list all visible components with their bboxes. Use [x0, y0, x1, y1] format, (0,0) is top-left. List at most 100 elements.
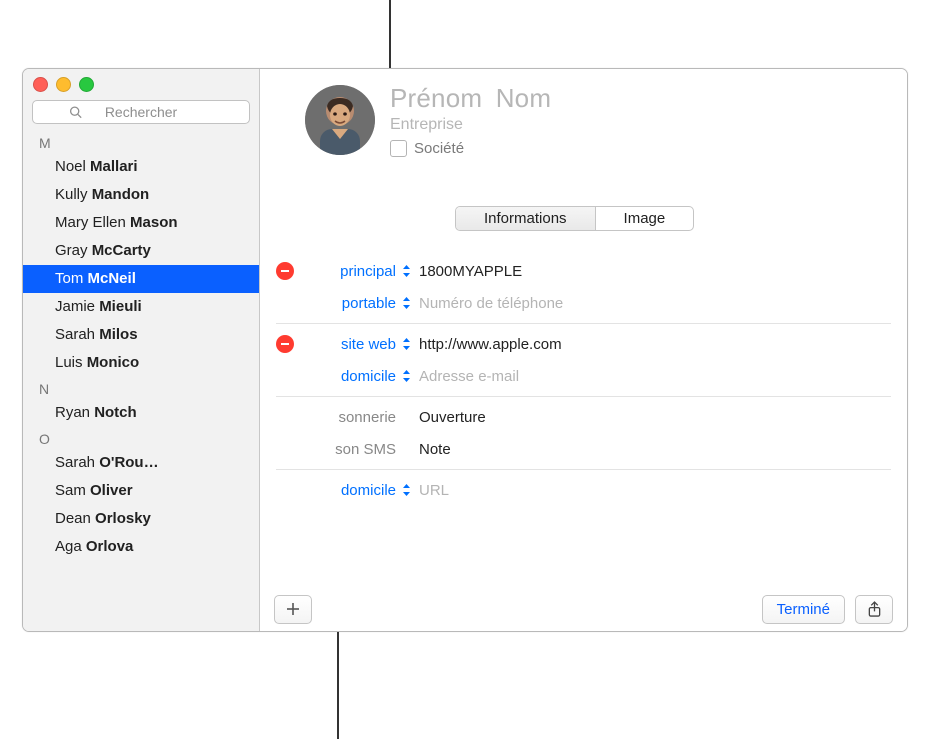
window-controls: [33, 77, 94, 92]
contact-row[interactable]: Luis Monico: [23, 349, 259, 377]
contact-first-name: Dean: [55, 510, 95, 527]
field-label[interactable]: domicile: [341, 482, 396, 499]
tab-informations[interactable]: Informations: [456, 207, 596, 230]
field-row: site web http://www.apple.com: [276, 328, 891, 360]
field-label: son SMS: [335, 441, 396, 458]
share-button[interactable]: [855, 595, 893, 624]
remove-field-button[interactable]: [276, 262, 294, 280]
contact-row[interactable]: Aga Orlova: [23, 533, 259, 561]
field-row: domicile Adresse e-mail: [276, 360, 891, 392]
contact-row[interactable]: Gray McCarty: [23, 237, 259, 265]
field-row: son SMS Note: [276, 433, 891, 465]
field-separator: [276, 396, 891, 397]
search-field-wrapper: [32, 100, 250, 124]
contact-first-name: Aga: [55, 538, 86, 555]
contact-last-name: Mason: [130, 214, 178, 231]
card-footer: Terminé: [260, 587, 907, 631]
last-name-field[interactable]: Nom: [496, 83, 552, 113]
field-row: portable Numéro de téléphone: [276, 287, 891, 319]
field-value[interactable]: Adresse e-mail: [419, 368, 519, 385]
contact-row[interactable]: Jamie Mieuli: [23, 293, 259, 321]
done-button[interactable]: Terminé: [762, 595, 845, 624]
field-value[interactable]: URL: [419, 482, 449, 499]
contact-first-name: Kully: [55, 186, 92, 203]
contact-row[interactable]: Ryan Notch: [23, 399, 259, 427]
contact-last-name: Orlosky: [95, 510, 151, 527]
contact-list[interactable]: MNoel MallariKully MandonMary Ellen Maso…: [23, 131, 259, 631]
tabs: Informations Image: [455, 206, 694, 231]
field-separator: [276, 323, 891, 324]
company-checkbox-label: Société: [414, 140, 464, 157]
contact-last-name: Mieuli: [99, 298, 142, 315]
section-header: O: [23, 427, 259, 449]
contact-row[interactable]: Sarah Milos: [23, 321, 259, 349]
maximize-window-button[interactable]: [79, 77, 94, 92]
callout-line-bottom: [337, 629, 339, 739]
sidebar: MNoel MallariKully MandonMary Ellen Maso…: [23, 69, 260, 631]
label-popup-chevron-icon[interactable]: [402, 370, 411, 382]
search-input[interactable]: [32, 100, 250, 124]
field-value[interactable]: 1800MYAPPLE: [419, 263, 522, 280]
section-header: M: [23, 131, 259, 153]
field-popup-value[interactable]: Note: [419, 441, 457, 458]
company-field[interactable]: Entreprise: [390, 116, 557, 134]
label-popup-chevron-icon[interactable]: [402, 297, 411, 309]
name-fields[interactable]: Prénom Nom: [390, 83, 557, 114]
contacts-window: MNoel MallariKully MandonMary Ellen Maso…: [22, 68, 908, 632]
contact-first-name: Tom: [55, 270, 88, 287]
search-icon: [69, 106, 82, 119]
field-label[interactable]: domicile: [341, 368, 396, 385]
add-field-button[interactable]: [274, 595, 312, 624]
contact-first-name: Noel: [55, 158, 90, 175]
contact-row[interactable]: Tom McNeil: [23, 265, 259, 293]
field-row: domicile URL: [276, 474, 891, 506]
contact-last-name: McNeil: [88, 270, 136, 287]
field-popup-value[interactable]: Ouverture: [419, 409, 492, 426]
contact-last-name: Oliver: [90, 482, 133, 499]
remove-field-button[interactable]: [276, 335, 294, 353]
contact-first-name: Luis: [55, 354, 87, 371]
section-header: N: [23, 377, 259, 399]
contact-row[interactable]: Sarah O'Rou…: [23, 449, 259, 477]
contact-first-name: Sam: [55, 482, 90, 499]
contact-first-name: Gray: [55, 242, 92, 259]
field-label[interactable]: portable: [342, 295, 396, 312]
callout-line-top: [389, 0, 391, 68]
field-separator: [276, 469, 891, 470]
contact-last-name: Orlova: [86, 538, 134, 555]
field-label[interactable]: principal: [340, 263, 396, 280]
field-row: principal 1800MYAPPLE: [276, 255, 891, 287]
close-window-button[interactable]: [33, 77, 48, 92]
contact-row[interactable]: Dean Orlosky: [23, 505, 259, 533]
field-value[interactable]: http://www.apple.com: [419, 336, 562, 353]
contact-first-name: Sarah: [55, 454, 99, 471]
contact-last-name: Monico: [87, 354, 140, 371]
contact-last-name: Notch: [94, 404, 137, 421]
contact-first-name: Sarah: [55, 326, 99, 343]
field-label[interactable]: site web: [341, 336, 396, 353]
field-value[interactable]: Numéro de téléphone: [419, 295, 563, 312]
contact-row[interactable]: Mary Ellen Mason: [23, 209, 259, 237]
contact-row[interactable]: Sam Oliver: [23, 477, 259, 505]
card-fields: principal 1800MYAPPLE portable Numéro de té…: [276, 255, 891, 506]
avatar[interactable]: [305, 85, 375, 155]
contact-first-name: Ryan: [55, 404, 94, 421]
contact-last-name: Mandon: [92, 186, 150, 203]
contact-card: Prénom Nom Entreprise Société Informatio…: [260, 69, 907, 631]
contact-first-name: Jamie: [55, 298, 99, 315]
label-popup-chevron-icon[interactable]: [402, 338, 411, 350]
minimize-window-button[interactable]: [56, 77, 71, 92]
contact-last-name: Mallari: [90, 158, 138, 175]
contact-last-name: McCarty: [92, 242, 151, 259]
label-popup-chevron-icon[interactable]: [402, 484, 411, 496]
tab-image[interactable]: Image: [596, 207, 694, 230]
contact-last-name: O'Rou…: [99, 454, 158, 471]
field-label: sonnerie: [338, 409, 396, 426]
first-name-field[interactable]: Prénom: [390, 83, 482, 113]
contact-last-name: Milos: [99, 326, 137, 343]
field-row: sonnerie Ouverture: [276, 401, 891, 433]
contact-row[interactable]: Noel Mallari: [23, 153, 259, 181]
contact-row[interactable]: Kully Mandon: [23, 181, 259, 209]
label-popup-chevron-icon[interactable]: [402, 265, 411, 277]
company-checkbox[interactable]: [390, 140, 407, 157]
